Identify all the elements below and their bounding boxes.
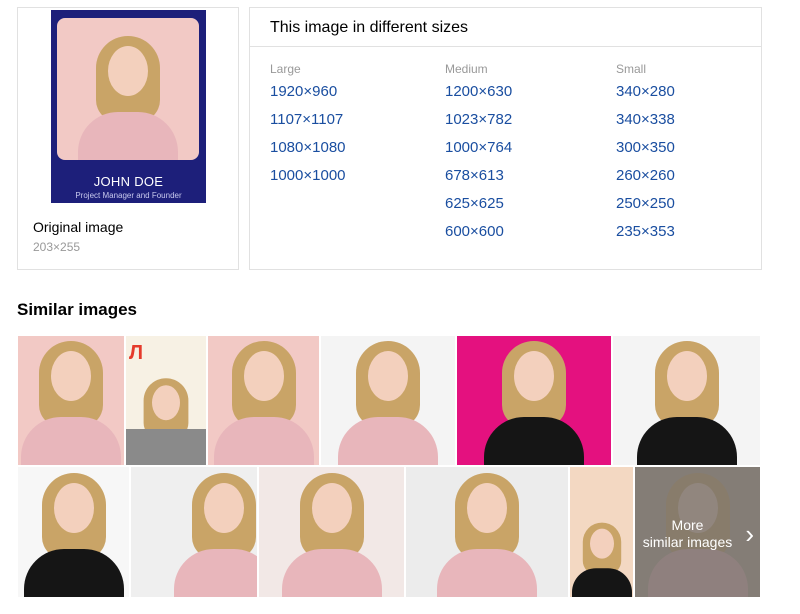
person-figure bbox=[570, 519, 633, 597]
sizes-column-medium: Medium 1200×630 1023×782 1000×764 678×61… bbox=[445, 60, 512, 246]
similar-images-title: Similar images bbox=[17, 300, 138, 319]
poster-name: JOHN DOE bbox=[93, 174, 164, 189]
divider bbox=[250, 46, 761, 47]
person-figure bbox=[474, 336, 594, 465]
person-figure bbox=[272, 467, 392, 597]
column-header: Small bbox=[616, 62, 647, 76]
size-link[interactable]: 600×600 bbox=[445, 218, 512, 246]
size-link[interactable]: 340×338 bbox=[616, 106, 675, 134]
size-link[interactable]: 250×250 bbox=[616, 190, 675, 218]
size-link[interactable]: 625×625 bbox=[445, 190, 512, 218]
size-link[interactable]: 260×260 bbox=[616, 162, 675, 190]
sizes-title: This image in different sizes bbox=[270, 19, 469, 36]
similar-images-grid: Л More similar images › bbox=[17, 335, 761, 598]
image-sizes-card: This image in different sizes Large 1920… bbox=[249, 7, 762, 270]
more-similar-label: More similar images bbox=[642, 517, 733, 550]
size-link[interactable]: 1023×782 bbox=[445, 106, 512, 134]
similar-image-tile[interactable] bbox=[405, 466, 569, 598]
person-figure bbox=[18, 336, 124, 465]
size-link[interactable]: 235×353 bbox=[616, 218, 675, 246]
size-link[interactable]: 1080×1080 bbox=[270, 134, 346, 162]
column-header: Large bbox=[270, 62, 301, 76]
person-figure bbox=[328, 336, 448, 465]
size-link[interactable]: 1107×1107 bbox=[270, 106, 346, 134]
similar-image-tile[interactable] bbox=[17, 466, 130, 598]
person-figure bbox=[68, 30, 188, 160]
similar-image-tile[interactable] bbox=[456, 335, 612, 466]
person-figure bbox=[427, 467, 547, 597]
size-link[interactable]: 340×280 bbox=[616, 78, 675, 106]
similar-image-tile[interactable] bbox=[612, 335, 761, 466]
similar-image-tile[interactable] bbox=[17, 335, 125, 466]
poster-role: Project Manager and Founder bbox=[75, 191, 182, 200]
similar-image-tile[interactable] bbox=[130, 466, 258, 598]
similar-image-tile[interactable] bbox=[320, 335, 456, 466]
size-link[interactable]: 1200×630 bbox=[445, 78, 512, 106]
original-image-label: Original image bbox=[33, 219, 124, 235]
size-link[interactable]: 1000×764 bbox=[445, 134, 512, 162]
person-figure bbox=[208, 336, 319, 465]
more-similar-overlay: More similar images › bbox=[635, 467, 760, 597]
person-figure bbox=[18, 467, 129, 597]
original-image-card: JOHN DOE Project Manager and Founder Ori… bbox=[17, 7, 239, 270]
similar-image-tile[interactable]: Л bbox=[125, 335, 207, 466]
sizes-column-small: Small 340×280 340×338 300×350 260×260 25… bbox=[616, 60, 675, 246]
size-link[interactable]: 678×613 bbox=[445, 162, 512, 190]
size-link[interactable]: 1920×960 bbox=[270, 78, 346, 106]
similar-image-tile[interactable] bbox=[569, 466, 634, 598]
chevron-right-icon: › bbox=[745, 519, 754, 549]
gray-strip bbox=[126, 429, 206, 465]
poster-photo bbox=[57, 18, 199, 160]
sizes-column-large: Large 1920×960 1107×1107 1080×1080 1000×… bbox=[270, 60, 346, 190]
size-link[interactable]: 1000×1000 bbox=[270, 162, 346, 190]
column-header: Medium bbox=[445, 62, 488, 76]
person-figure bbox=[627, 336, 747, 465]
original-image-thumbnail[interactable]: JOHN DOE Project Manager and Founder bbox=[51, 10, 206, 203]
person-figure bbox=[164, 467, 257, 597]
magazine-logo: Л bbox=[129, 342, 144, 364]
size-link[interactable]: 300×350 bbox=[616, 134, 675, 162]
original-image-size: 203×255 bbox=[33, 240, 81, 254]
similar-image-tile[interactable] bbox=[258, 466, 405, 598]
more-similar-images-tile[interactable]: More similar images › bbox=[634, 466, 761, 598]
similar-image-tile[interactable] bbox=[207, 335, 320, 466]
